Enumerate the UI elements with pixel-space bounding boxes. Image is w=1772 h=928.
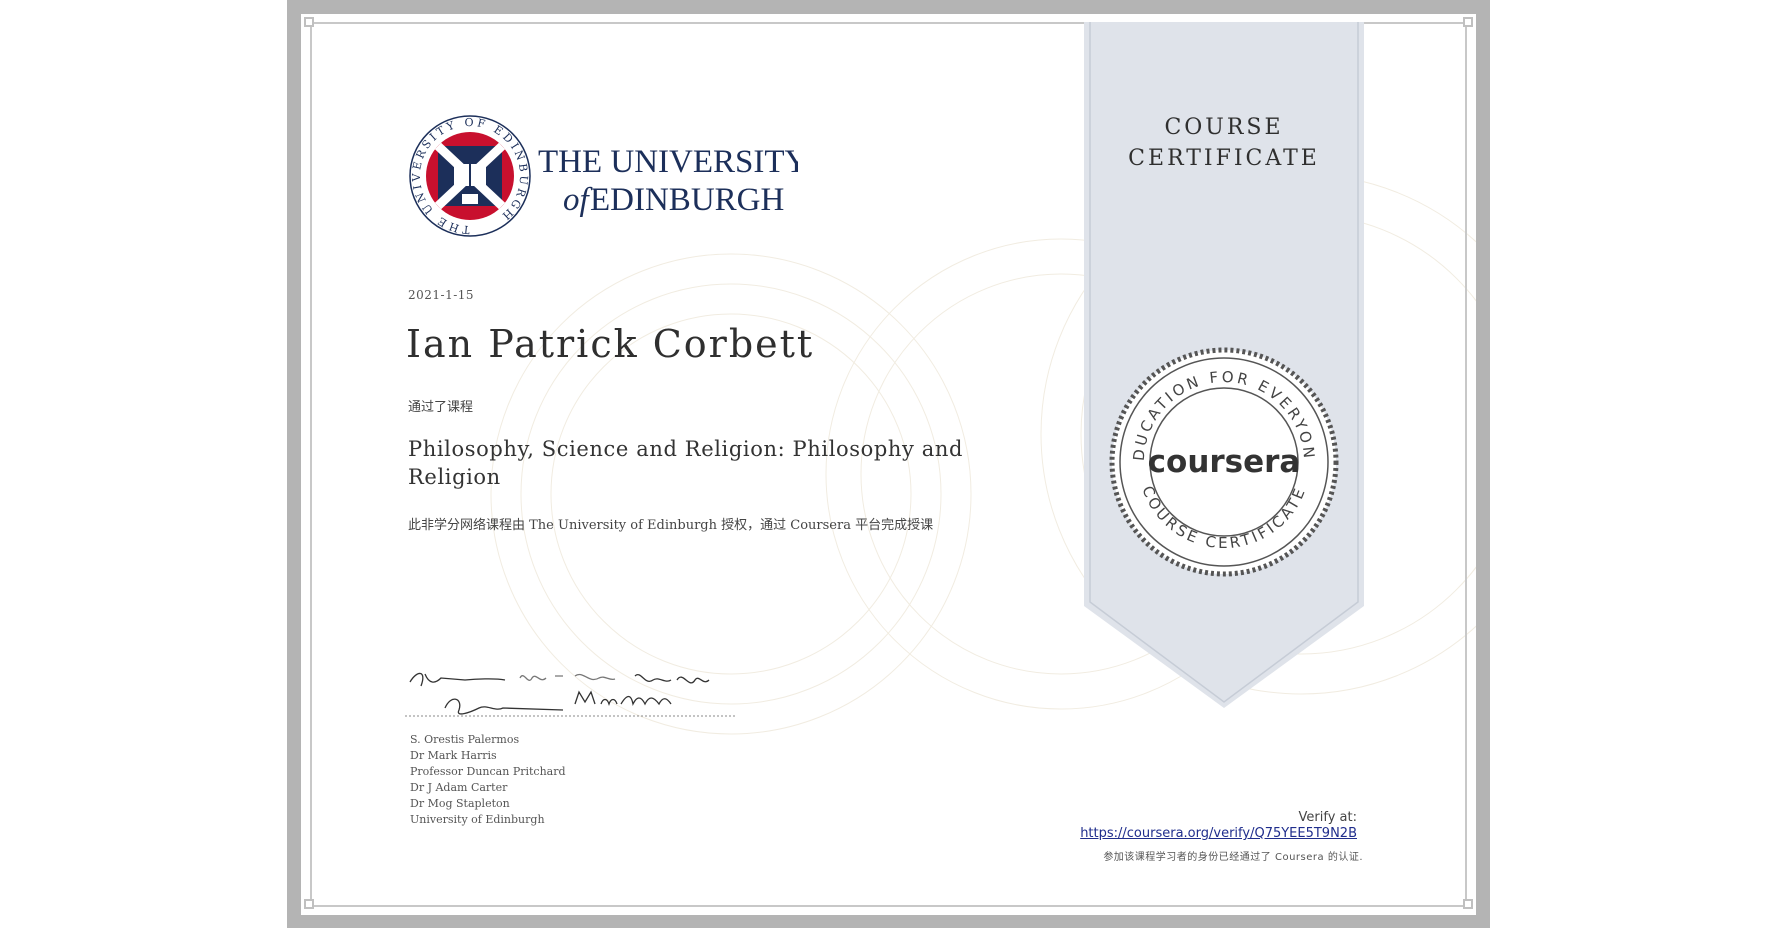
corner-ornament-bottom-left: [304, 899, 314, 909]
university-of-edinburgh-logo: THE UNIVERSITY OF EDINBURGH THE UNIVERSI…: [409, 115, 798, 237]
signatory-institution: University of Edinburgh: [410, 813, 545, 826]
corner-ornament-top-left: [304, 17, 314, 27]
signatory-name: Dr Mark Harris: [410, 749, 497, 762]
heading-line2: CERTIFICATE: [1128, 146, 1320, 171]
course-title: Philosophy, Science and Religion: Philos…: [408, 437, 964, 489]
verify-label: Verify at:: [1298, 810, 1357, 825]
corner-ornament-top-right: [1463, 17, 1473, 27]
recipient-name: Ian Patrick Corbett: [406, 322, 815, 366]
logo-name-line1: THE UNIVERSITY: [538, 144, 798, 180]
verify-link[interactable]: https://coursera.org/verify/Q75YEE5T9N2B: [1080, 826, 1357, 841]
corner-ornament-bottom-right: [1463, 899, 1473, 909]
signatory-name: Dr Mog Stapleton: [410, 797, 510, 810]
signatory-name: S. Orestis Palermos: [410, 733, 520, 746]
completed-label: 通过了课程: [408, 400, 474, 415]
instructor-signatures: [405, 672, 735, 717]
signatory-name: Dr J Adam Carter: [410, 781, 508, 794]
heading-line1: COURSE: [1164, 115, 1284, 140]
certificate-date: 2021-1-15: [408, 288, 475, 302]
logo-name-line2: EDINBURGH: [590, 182, 784, 218]
signatory-list: S. Orestis Palermos Dr Mark Harris Profe…: [410, 732, 566, 828]
verify-note: 参加该课程学习者的身份已经通过了 Coursera 的认证.: [1103, 852, 1363, 863]
course-certificate-heading: COURSE CERTIFICATE: [1084, 112, 1364, 174]
signatory-name: Professor Duncan Pritchard: [410, 765, 566, 778]
course-description: 此非学分网络课程由 The University of Edinburgh 授权…: [408, 518, 934, 533]
logo-name-of: of: [563, 182, 593, 218]
coursera-seal: EDUCATION FOR EVERYONE COURSE CERTIFICAT…: [1108, 346, 1339, 577]
coursera-wordmark: coursera: [1148, 444, 1301, 480]
